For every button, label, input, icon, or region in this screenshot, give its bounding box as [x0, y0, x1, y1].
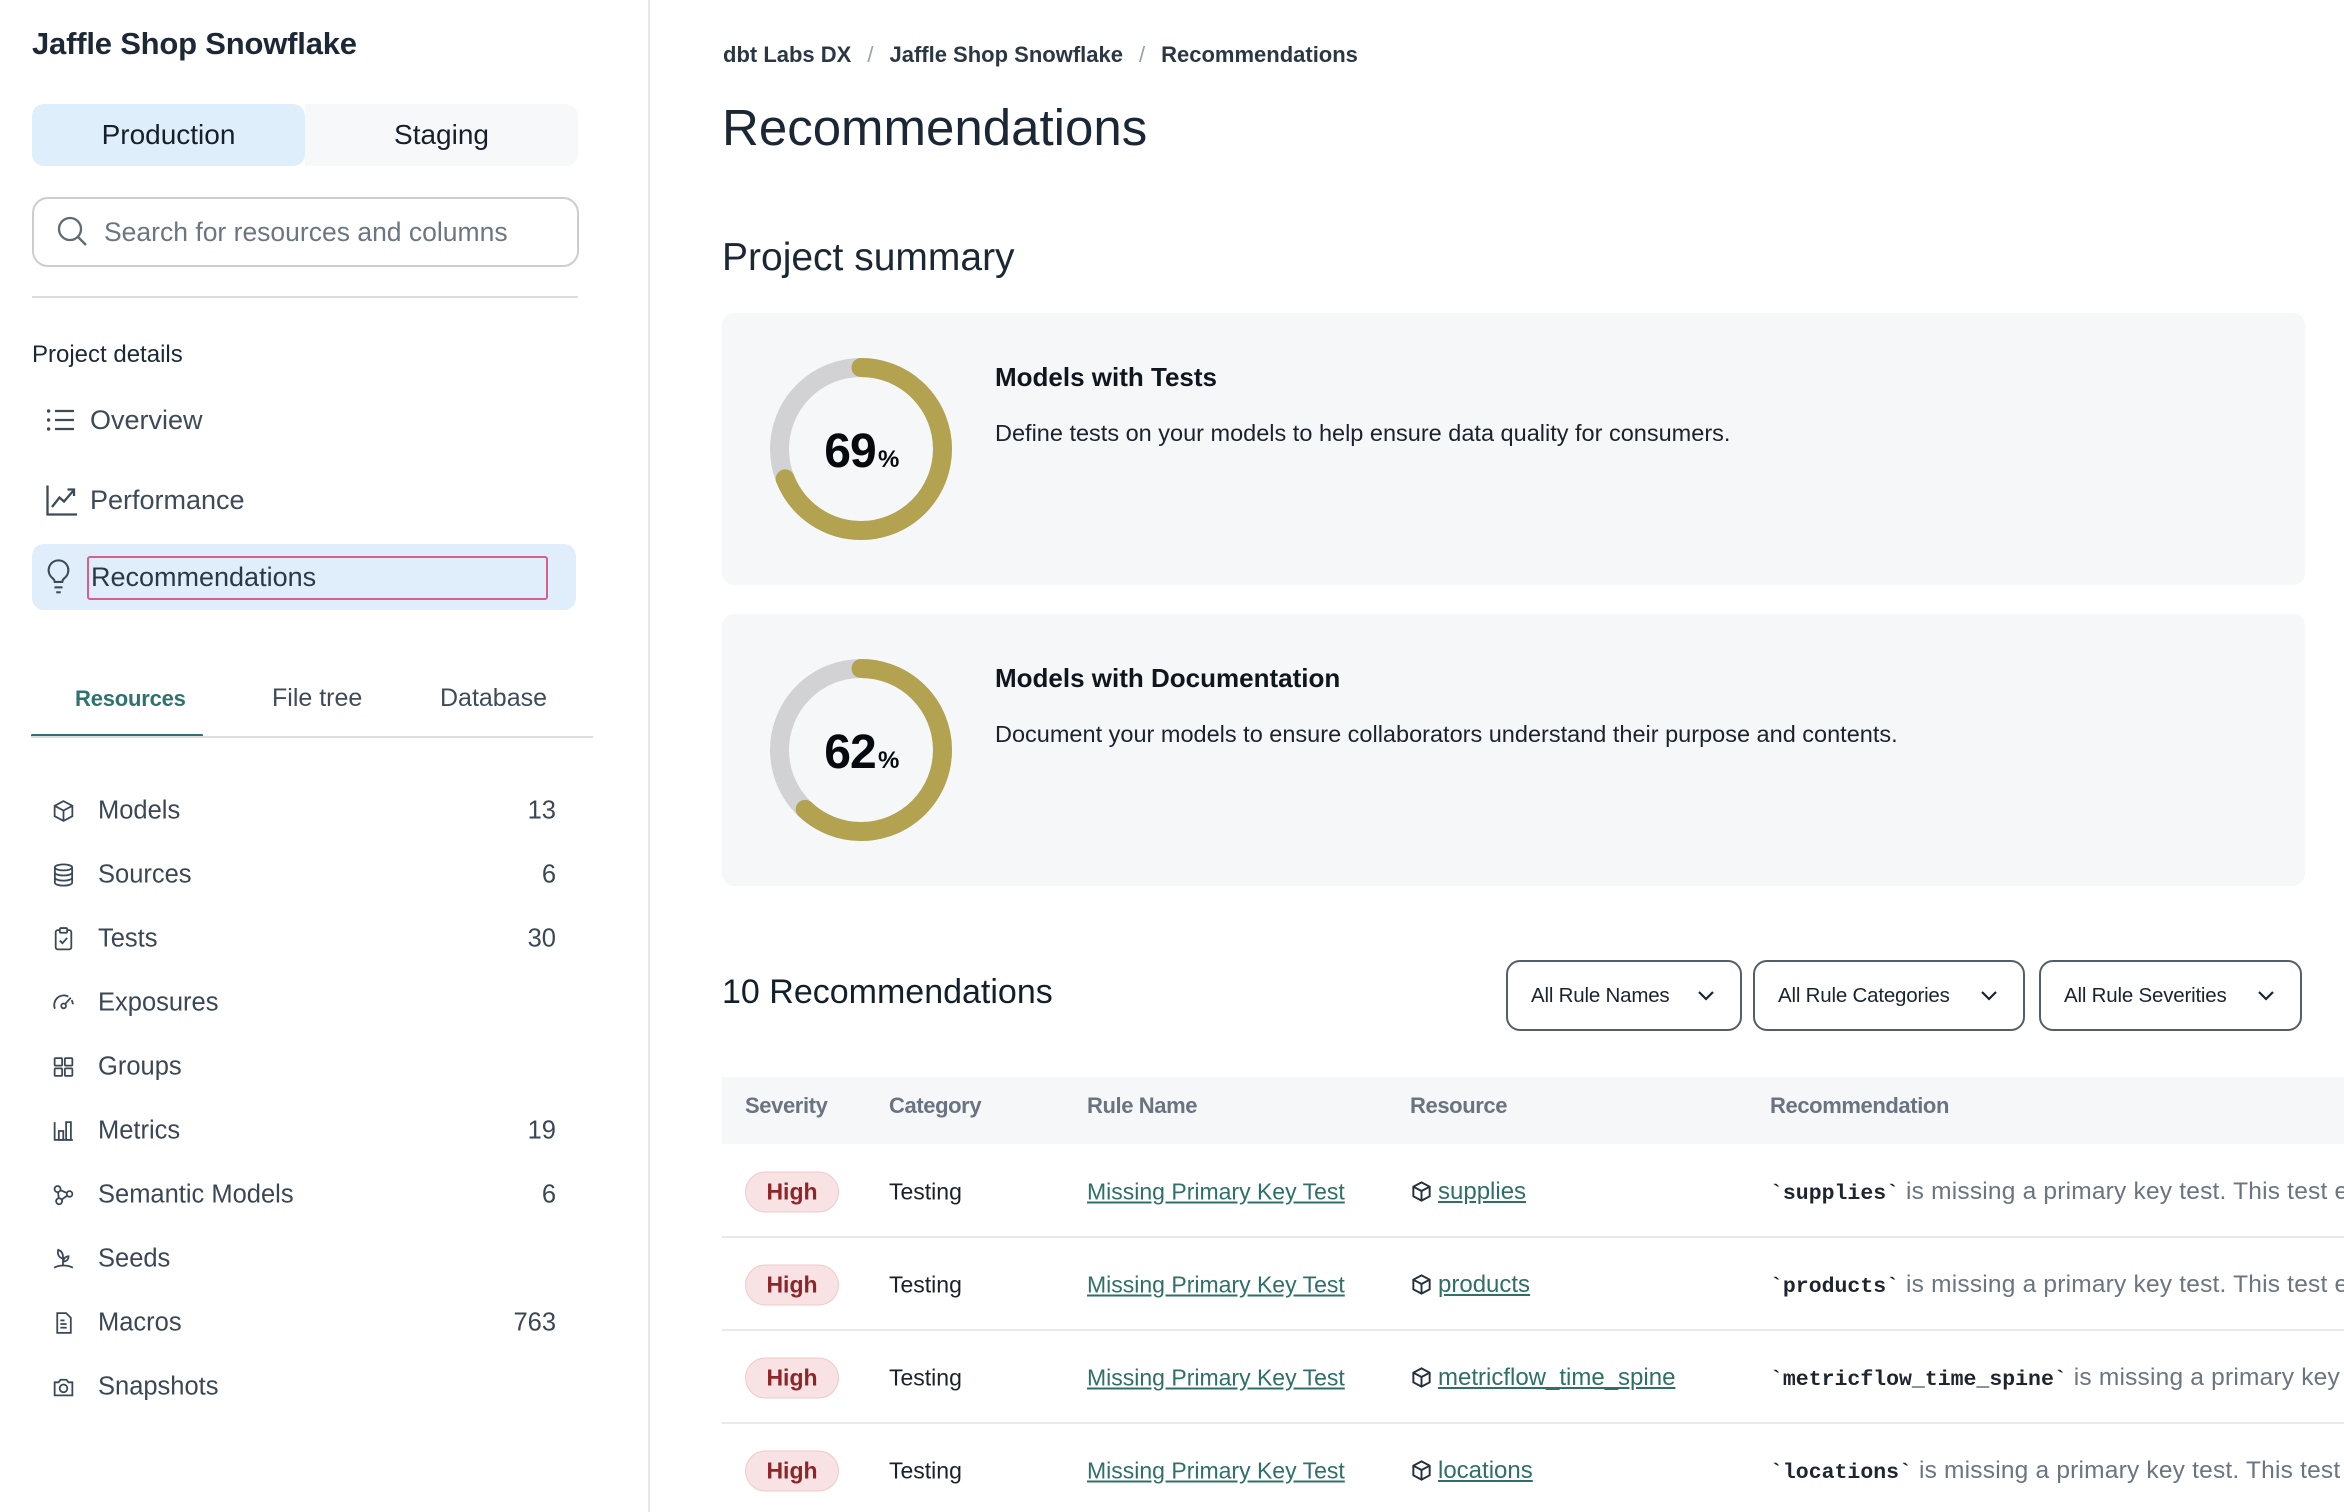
svg-text:62: 62 — [824, 726, 875, 779]
svg-text:69: 69 — [824, 425, 875, 478]
svg-text:%: % — [878, 446, 899, 473]
svg-text:%: % — [878, 747, 899, 774]
